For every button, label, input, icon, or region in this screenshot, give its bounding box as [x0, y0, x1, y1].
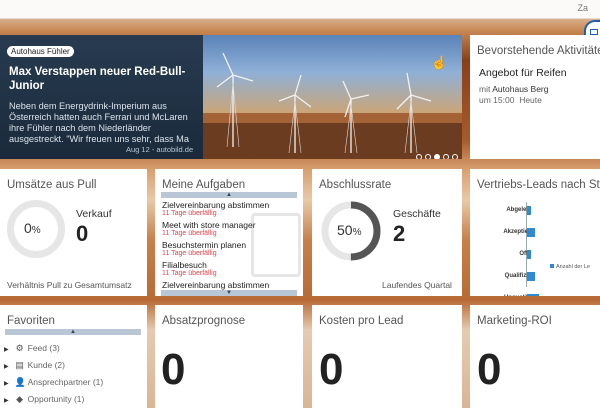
widget-title: Bevorstehende Aktivitäten: [477, 45, 600, 57]
widget-title: Favoriten: [7, 315, 55, 327]
news-text-panel: Autohaus Fühler Max Verstappen neuer Red…: [0, 35, 203, 159]
sales-pull-widget[interactable]: Umsätze aus Pull 0% Verkauf 0 Verhältnis…: [0, 169, 147, 296]
task-name: Zielvereinbarung abstimmen: [162, 280, 270, 290]
upcoming-activities-widget[interactable]: Bevorstehende Aktivitäten Angebot für Re…: [470, 35, 600, 159]
widget-title: Marketing-ROI: [477, 315, 552, 327]
news-body: Neben dem Energydrink-Imperium aus Öster…: [9, 101, 189, 144]
marketing-roi-value: 0: [477, 345, 502, 394]
scroll-up-button[interactable]: ▲: [161, 192, 297, 198]
activity-organization: mit Autohaus Berg: [479, 84, 549, 94]
news-image[interactable]: ☝: [203, 35, 462, 159]
task-name: Zielvereinbarung abstimmen: [162, 200, 270, 210]
favorites-item[interactable]: ▶ ◆ Opportunity (1): [4, 394, 84, 405]
carousel-dot[interactable]: [434, 154, 440, 159]
task-due: 11 Tage überfällig: [162, 210, 217, 217]
carousel-dot[interactable]: [425, 154, 431, 159]
cost-per-lead-widget[interactable]: Kosten pro Lead 0: [312, 305, 462, 408]
closing-label: Geschäfte: [393, 208, 441, 220]
news-source: Aug 12 - autobild.de: [126, 145, 194, 154]
widget-title: Abschlussrate: [319, 179, 392, 191]
task-item[interactable]: Besuchstermin planen 11 Tage überfällig: [162, 240, 246, 258]
favorites-item-count: (3): [49, 343, 60, 353]
activity-time: um 15:00 Heute: [479, 95, 542, 105]
carousel-dot[interactable]: [443, 154, 449, 159]
favorites-item-label: Ansprechpartner: [27, 377, 91, 387]
favorites-item-label: Feed: [27, 343, 47, 353]
chart-category-label: Abgelel: [506, 207, 528, 213]
carousel-dot[interactable]: [452, 154, 458, 159]
wind-turbines-image: [203, 52, 462, 159]
closing-footer: Laufendes Quartal: [382, 280, 452, 290]
news-tag[interactable]: Autohaus Fühler: [7, 46, 74, 57]
closing-value: 2: [393, 221, 406, 246]
news-widget[interactable]: Autohaus Fühler Max Verstappen neuer Red…: [0, 35, 462, 159]
cost-per-lead-value: 0: [319, 345, 344, 394]
task-name: Filialbesuch: [162, 260, 207, 270]
person-icon: 👤: [14, 377, 26, 387]
favorites-item[interactable]: ▶ 👤 Ansprechpartner (1): [4, 377, 103, 388]
task-item[interactable]: Meet with store manager 11 Tage überfälli…: [162, 220, 256, 238]
widget-title: Kosten pro Lead: [319, 315, 404, 327]
clipboard-watermark-icon: [251, 213, 301, 277]
sales-percent: 0%: [24, 220, 41, 236]
document-icon: ▤: [15, 360, 24, 370]
activity-title[interactable]: Angebot für Reifen: [479, 67, 567, 79]
favorites-item[interactable]: ▶ ⚙ Feed (3): [4, 343, 60, 354]
chart-bar[interactable]: [527, 294, 539, 296]
task-name: Besuchstermin planen: [162, 240, 247, 250]
top-bar: Za: [0, 0, 600, 19]
sales-label: Verkauf: [76, 208, 112, 220]
sales-value: 0: [76, 221, 89, 246]
gear-icon: ⚙: [15, 343, 24, 353]
hand-cursor-icon: ☝: [431, 55, 448, 70]
task-due: 11 Tage überfällig: [162, 270, 217, 277]
chart-bar[interactable]: [527, 228, 535, 237]
favorites-widget[interactable]: Favoriten ▲ ▶ ⚙ Feed (3) ▶ ▤ Kunde (2) ▶ 👤 Anspr…: [0, 305, 147, 408]
task-item[interactable]: Zielvereinbarung abstimmen: [162, 280, 269, 290]
favorites-item-count: (1): [73, 394, 85, 404]
carousel-dot[interactable]: [416, 154, 422, 159]
chart-legend: Anzahl der Le: [550, 264, 590, 270]
chart-category-label: Akzeptie: [503, 229, 528, 235]
sales-forecast-widget[interactable]: Absatzprognose 0: [155, 305, 303, 408]
top-bar-text: Za: [577, 3, 588, 13]
marketing-roi-widget[interactable]: Marketing-ROI 0: [470, 305, 600, 408]
task-due: 11 Tage überfällig: [162, 250, 217, 257]
sales-footer: Verhältnis Pull zu Gesamtumsatz: [7, 280, 132, 290]
forecast-value: 0: [161, 345, 186, 394]
task-due: 11 Tage überfällig: [162, 230, 217, 237]
widget-title: Absatzprognose: [162, 315, 246, 327]
carousel-dots[interactable]: [416, 147, 462, 159]
favorites-scroll-up-button[interactable]: ▲: [5, 329, 141, 335]
expand-arrow-icon[interactable]: ▶: [4, 381, 9, 387]
widget-title: Umsätze aus Pull: [7, 179, 97, 191]
expand-arrow-icon[interactable]: ▶: [4, 398, 9, 404]
favorites-item-count: (2): [54, 360, 65, 370]
chart-bar[interactable]: [527, 206, 531, 215]
task-item[interactable]: Filialbesuch 11 Tage überfällig: [162, 260, 217, 278]
opportunity-icon: ◆: [16, 394, 24, 404]
task-name: Meet with store manager: [162, 220, 256, 230]
favorites-item[interactable]: ▶ ▤ Kunde (2): [4, 360, 65, 371]
favorites-item-label: Opportunity: [27, 394, 72, 404]
widget-title: Vertriebs-Leads nach Status: [477, 179, 600, 191]
favorites-item-count: (1): [92, 377, 104, 387]
chart-bar[interactable]: [527, 250, 531, 259]
legend-swatch: [550, 264, 554, 268]
sales-leads-widget[interactable]: Vertriebs-Leads nach Status Abgelel Akzep…: [470, 169, 600, 296]
chart-category-label: Qualifizi: [504, 273, 528, 279]
chart-category-label: Off: [519, 251, 528, 257]
task-item[interactable]: Zielvereinbarung abstimmen 11 Tage überfä…: [162, 200, 269, 218]
scroll-down-button[interactable]: ▼: [161, 290, 297, 296]
news-headline[interactable]: Max Verstappen neuer Red-Bull-Junior: [9, 65, 194, 93]
my-tasks-widget[interactable]: Meine Aufgaben ▲ Zielvereinbarung abstim…: [155, 169, 303, 296]
expand-arrow-icon[interactable]: ▶: [4, 364, 9, 370]
chart-category-label: Unqualif: [478, 295, 528, 296]
closing-rate-widget[interactable]: Abschlussrate 50% Geschäfte 2 Laufendes …: [312, 169, 462, 296]
closing-percent: 50%: [337, 222, 362, 238]
chart-bar[interactable]: [527, 272, 535, 281]
expand-arrow-icon[interactable]: ▶: [4, 347, 9, 353]
widget-title: Meine Aufgaben: [162, 179, 246, 191]
favorites-item-label: Kunde: [27, 360, 53, 370]
